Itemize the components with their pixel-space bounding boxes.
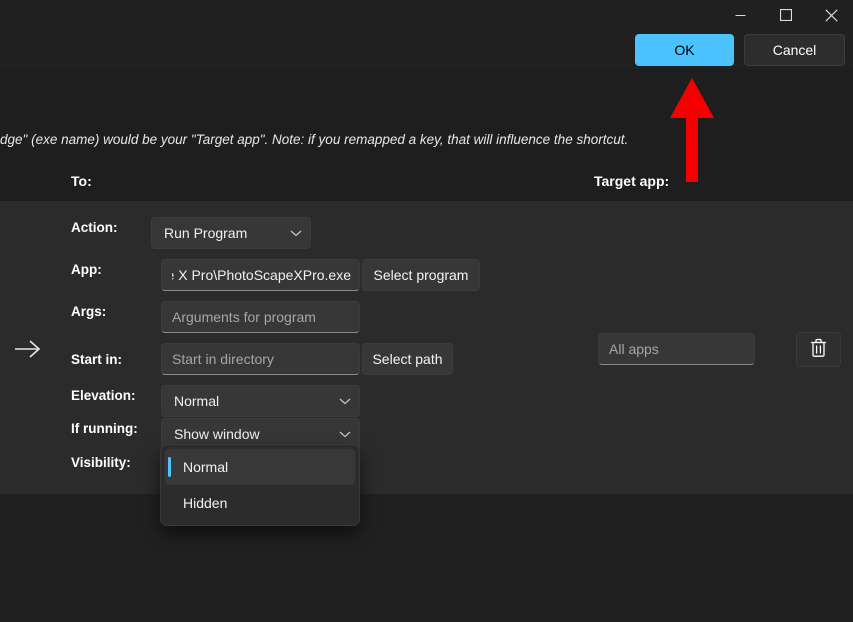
note-text: dge" (exe name) would be your "Target ap… bbox=[0, 132, 853, 147]
arrow-right-icon bbox=[13, 334, 43, 364]
chevron-down-icon bbox=[339, 430, 351, 438]
note-text-value: dge" (exe name) would be your "Target ap… bbox=[0, 132, 629, 147]
start-in-input[interactable]: Start in directory bbox=[161, 343, 360, 375]
header-band: dge" (exe name) would be your "Target ap… bbox=[0, 70, 853, 201]
delete-shortcut-button[interactable] bbox=[796, 332, 841, 367]
ok-button[interactable]: OK bbox=[635, 34, 734, 66]
close-button[interactable] bbox=[808, 0, 853, 30]
dialog-action-bar: OK Cancel bbox=[0, 30, 853, 70]
app-path-input-clip: oe X Pro\PhotoScapeXPro.exe bbox=[172, 267, 351, 283]
if-running-dropdown-value: Show window bbox=[174, 426, 260, 442]
visibility-option-hidden[interactable]: Hidden bbox=[165, 485, 355, 521]
target-app-column-heading: Target app: bbox=[594, 173, 670, 189]
app-path-input-value: oe X Pro\PhotoScapeXPro.exe bbox=[172, 267, 351, 283]
args-input[interactable]: Arguments for program bbox=[161, 301, 360, 333]
action-label: Action: bbox=[71, 220, 118, 235]
close-icon bbox=[824, 8, 838, 22]
chevron-down-icon bbox=[339, 397, 351, 405]
visibility-option-hidden-label: Hidden bbox=[183, 495, 228, 511]
action-dropdown-value: Run Program bbox=[164, 225, 248, 241]
chevron-down-icon bbox=[290, 229, 302, 237]
select-program-button[interactable]: Select program bbox=[362, 259, 480, 291]
action-dropdown[interactable]: Run Program bbox=[151, 217, 311, 249]
cancel-button[interactable]: Cancel bbox=[744, 34, 845, 66]
maximize-button[interactable] bbox=[763, 0, 809, 30]
app-path-input[interactable]: oe X Pro\PhotoScapeXPro.exe bbox=[161, 259, 360, 291]
elevation-dropdown-value: Normal bbox=[174, 393, 220, 409]
app-label: App: bbox=[71, 262, 102, 277]
visibility-dropdown-flyout[interactable]: Normal Hidden bbox=[160, 444, 360, 526]
if-running-label: If running: bbox=[71, 421, 138, 436]
minimize-button[interactable] bbox=[717, 0, 763, 30]
select-path-button[interactable]: Select path bbox=[362, 343, 453, 375]
trash-icon bbox=[809, 337, 828, 363]
maximize-icon bbox=[780, 9, 792, 21]
to-column-heading: To: bbox=[71, 173, 92, 189]
args-label: Args: bbox=[71, 304, 107, 319]
elevation-label: Elevation: bbox=[71, 388, 136, 403]
visibility-label: Visibility: bbox=[71, 455, 131, 470]
elevation-dropdown[interactable]: Normal bbox=[161, 385, 360, 417]
target-app-input[interactable]: All apps bbox=[598, 333, 755, 365]
minimize-icon bbox=[735, 10, 746, 21]
visibility-option-normal-label: Normal bbox=[183, 459, 229, 475]
title-bar bbox=[0, 0, 853, 30]
start-in-label: Start in: bbox=[71, 352, 123, 367]
visibility-option-normal[interactable]: Normal bbox=[165, 449, 355, 485]
